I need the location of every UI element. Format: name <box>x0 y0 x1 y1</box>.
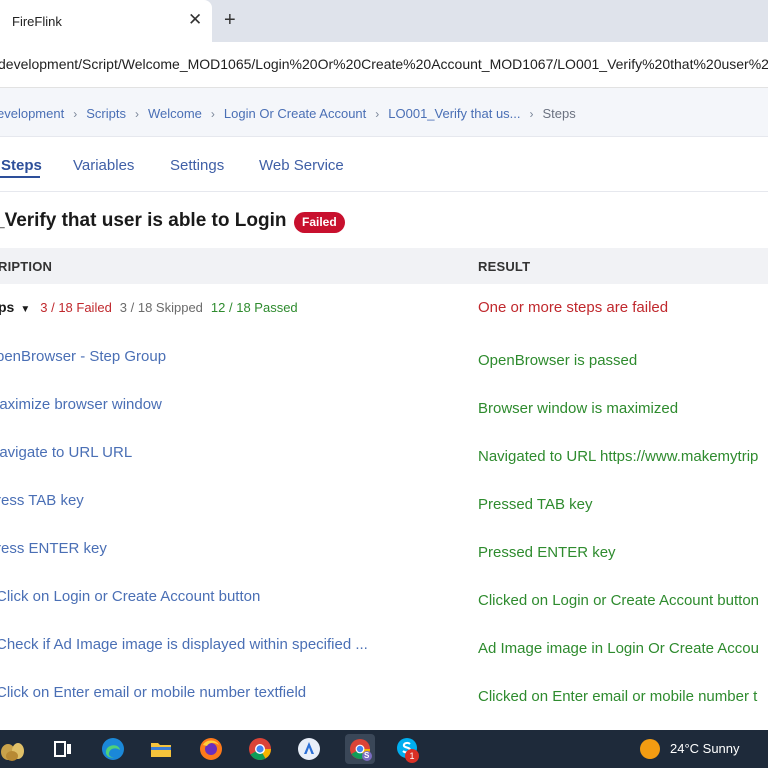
title-bar: _Verify that user is able to Login Faile… <box>0 192 768 248</box>
tab-variables[interactable]: Variables <box>73 157 134 174</box>
chrome-icon[interactable] <box>247 736 273 762</box>
table-row[interactable]: ress TAB key Pressed TAB key <box>0 484 768 532</box>
breadcrumb-login[interactable]: Login Or Create Account <box>224 106 366 121</box>
step-description[interactable]: Check if Ad Image image is displayed wit… <box>0 636 368 653</box>
caret-down-icon[interactable]: ▼ <box>20 304 30 315</box>
url-text[interactable]: development/Script/Welcome_MOD1065/Login… <box>0 56 768 72</box>
column-header-description: RIPTION <box>0 259 53 274</box>
summary-result: One or more steps are failed <box>478 299 669 316</box>
file-explorer-icon[interactable] <box>148 736 174 762</box>
passed-count: 12 / 18 Passed <box>210 300 298 315</box>
table-row[interactable]: lavigate to URL URL Navigated to URL htt… <box>0 436 768 484</box>
page-title: _Verify that user is able to Login <box>0 210 287 231</box>
step-description[interactable]: lavigate to URL URL <box>0 444 132 461</box>
skype-badge: 1 <box>405 749 419 763</box>
weather-sun-icon[interactable] <box>637 736 663 762</box>
appstore-icon[interactable] <box>296 736 322 762</box>
chevron-right-icon: › <box>210 107 215 121</box>
table-row[interactable]: penBrowser - Step Group OpenBrowser is p… <box>0 340 768 388</box>
chevron-right-icon: › <box>529 107 534 121</box>
tab-steps[interactable]: Steps <box>1 157 42 174</box>
tab-strip: FireFlink ✕ + <box>0 0 768 42</box>
weather-text[interactable]: 24°C Sunny <box>670 741 740 756</box>
table-header: RIPTION RESULT <box>0 248 768 284</box>
step-description[interactable]: laximize browser window <box>0 396 162 413</box>
step-result: Browser window is maximized <box>478 400 679 417</box>
step-description[interactable]: Click on Enter email or mobile number te… <box>0 684 306 701</box>
skipped-count: 3 / 18 Skipped <box>119 300 203 315</box>
step-result: Clicked on Login or Create Account butto… <box>478 592 760 609</box>
table-row[interactable]: ress ENTER key Pressed ENTER key <box>0 532 768 580</box>
browser-window: FireFlink ✕ + development/Script/Welcome… <box>0 0 768 768</box>
failed-count: 3 / 18 Failed <box>40 300 112 315</box>
active-tab-indicator <box>0 176 40 178</box>
breadcrumb-script[interactable]: LO001_Verify that us... <box>388 106 520 121</box>
explorer-plants-icon[interactable] <box>0 736 26 762</box>
step-result: Pressed ENTER key <box>478 544 616 561</box>
step-description[interactable]: ress ENTER key <box>0 540 107 557</box>
tab-settings[interactable]: Settings <box>170 157 224 174</box>
step-result: Navigated to URL https://www.makemytrip <box>478 448 759 465</box>
breadcrumb-steps: Steps <box>542 106 576 121</box>
firefox-icon[interactable] <box>198 736 224 762</box>
browser-tab[interactable]: FireFlink ✕ <box>0 0 212 42</box>
column-header-result: RESULT <box>478 259 531 274</box>
breadcrumb-welcome[interactable]: Welcome <box>148 106 202 121</box>
tab-title: FireFlink <box>12 14 62 29</box>
table-row[interactable]: Click on Login or Create Account button … <box>0 580 768 628</box>
table-row[interactable]: Check if Ad Image image is displayed wit… <box>0 628 768 676</box>
step-description[interactable]: penBrowser - Step Group <box>0 348 166 365</box>
step-result: Pressed TAB key <box>478 496 593 513</box>
steps-summary[interactable]: ps ▼ 3 / 18 Failed 3 / 18 Skipped 12 / 18 Pa… <box>0 299 298 315</box>
table-row[interactable]: Click on Enter email or mobile number te… <box>0 676 768 724</box>
table-row[interactable]: laximize browser window Browser window i… <box>0 388 768 436</box>
step-result: Ad Image image in Login Or Create Accou <box>478 640 759 657</box>
task-view-icon[interactable] <box>50 736 76 762</box>
breadcrumb-scripts[interactable]: Scripts <box>86 106 126 121</box>
page-tabs: Steps Variables Settings Web Service <box>0 137 768 192</box>
breadcrumb-development[interactable]: evelopment <box>0 106 64 121</box>
breadcrumb: evelopment › Scripts › Welcome › Login Or Crea… <box>0 88 768 137</box>
chevron-right-icon: › <box>375 107 380 121</box>
chrome-profile-icon[interactable] <box>345 734 375 764</box>
edge-icon[interactable] <box>100 736 126 762</box>
profile-badge: S <box>364 751 370 760</box>
step-result: Clicked on Enter email or mobile number … <box>478 688 758 705</box>
summary-label: ps <box>0 299 15 315</box>
address-bar[interactable]: development/Script/Welcome_MOD1065/Login… <box>0 42 768 88</box>
close-tab-icon[interactable]: ✕ <box>188 10 202 30</box>
step-description[interactable]: ress TAB key <box>0 492 84 509</box>
new-tab-icon[interactable]: + <box>224 9 236 31</box>
chevron-right-icon: › <box>73 107 78 121</box>
chevron-right-icon: › <box>134 107 139 121</box>
step-result: OpenBrowser is passed <box>478 352 638 369</box>
tab-web-service[interactable]: Web Service <box>259 157 344 174</box>
taskbar: S 1 24°C Sunny <box>0 730 768 768</box>
step-description[interactable]: Click on Login or Create Account button <box>0 588 260 605</box>
status-badge: Failed <box>294 212 345 233</box>
